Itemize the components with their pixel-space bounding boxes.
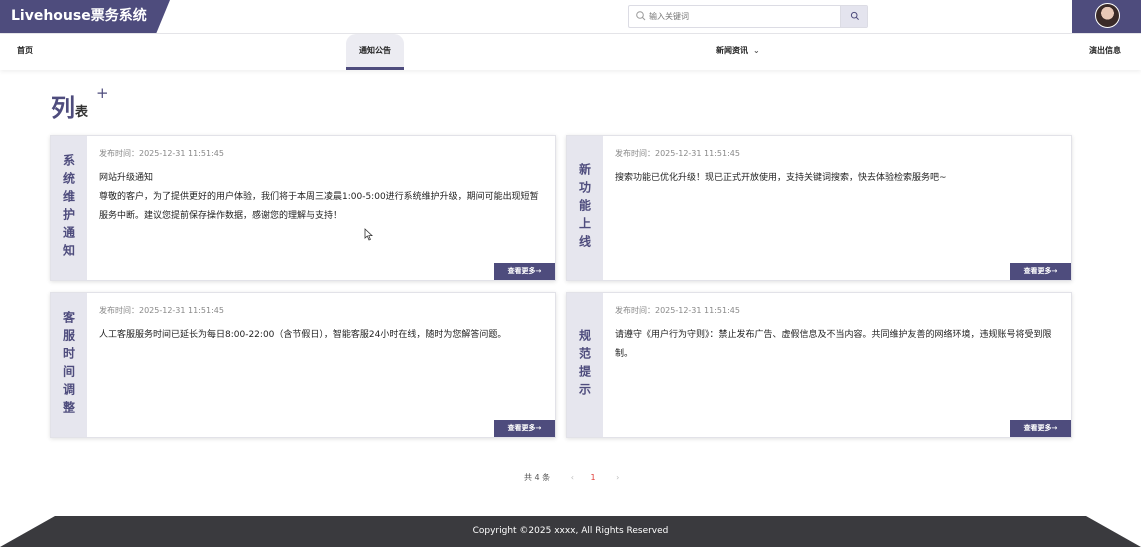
card-publish-time: 发布时间：2025-12-31 11:51:45 bbox=[615, 149, 740, 158]
card-side-title: 新功能上线 bbox=[567, 136, 603, 280]
card-side-title: 客服时间调整 bbox=[51, 293, 87, 437]
view-more-button[interactable]: 查看更多→ bbox=[494, 263, 555, 280]
notice-card[interactable]: 客服时间调整 发布时间：2025-12-31 11:51:45 人工客服服务时间… bbox=[50, 292, 556, 438]
card-side-title: 系统维护通知 bbox=[51, 136, 87, 280]
footer-copyright: Copyright ©2025 xxxx, All Rights Reserve… bbox=[472, 526, 669, 536]
pagination-prev-icon[interactable]: ‹ bbox=[571, 473, 574, 482]
card-side-title: 规范提示 bbox=[567, 293, 603, 437]
view-more-button[interactable]: 查看更多→ bbox=[1010, 263, 1071, 280]
card-content: 人工客服服务时间已延长为每日8:00-22:00（含节假日），智能客服24小时在… bbox=[99, 330, 507, 340]
avatar[interactable] bbox=[1095, 3, 1120, 28]
page-title-sub: 表 bbox=[75, 105, 89, 120]
footer: Copyright ©2025 xxxx, All Rights Reserve… bbox=[0, 516, 1141, 547]
top-bar: Livehouse票务系统 bbox=[0, 0, 1141, 34]
user-area bbox=[1072, 0, 1141, 33]
search-icon bbox=[850, 11, 859, 20]
notice-card[interactable]: 规范提示 发布时间：2025-12-31 11:51:45 请遵守《用户行为守则… bbox=[566, 292, 1072, 438]
card-publish-time: 发布时间：2025-12-31 11:51:45 bbox=[99, 149, 224, 158]
nav-item-home[interactable]: 首页 bbox=[17, 34, 33, 70]
mouse-cursor-icon bbox=[364, 228, 373, 241]
page-title: 列表 + bbox=[51, 84, 109, 123]
card-publish-time: 发布时间：2025-12-31 11:51:45 bbox=[99, 306, 224, 315]
main-nav: 首页 通知公告 新闻资讯 ⌄ 演出信息 bbox=[0, 34, 1141, 70]
nav-item-notices[interactable]: 通知公告 bbox=[346, 34, 404, 70]
pagination: 共 4 条 ‹ 1 › bbox=[524, 472, 619, 483]
search-icon bbox=[636, 11, 646, 21]
search-box bbox=[628, 5, 868, 28]
view-more-button[interactable]: 查看更多→ bbox=[494, 420, 555, 437]
page-title-main: 列 bbox=[51, 94, 75, 122]
notice-card[interactable]: 新功能上线 发布时间：2025-12-31 11:51:45 搜索功能已优化升级… bbox=[566, 135, 1072, 281]
nav-item-shows[interactable]: 演出信息 bbox=[1089, 34, 1121, 70]
card-publish-time: 发布时间：2025-12-31 11:51:45 bbox=[615, 306, 740, 315]
search-button[interactable] bbox=[840, 6, 867, 27]
view-more-button[interactable]: 查看更多→ bbox=[1010, 420, 1071, 437]
card-content: 请遵守《用户行为守则》：禁止发布广告、虚假信息及不当内容。共同维护友善的网络环境… bbox=[615, 330, 1052, 359]
card-content: 网站升级通知 尊敬的客户，为了提供更好的用户体验，我们将于本周三凌晨1:00-5… bbox=[99, 173, 539, 221]
notice-card[interactable]: 系统维护通知 发布时间：2025-12-31 11:51:45 网站升级通知 尊… bbox=[50, 135, 556, 281]
chevron-down-icon: ⌄ bbox=[753, 46, 760, 55]
search-input[interactable] bbox=[649, 8, 839, 25]
pagination-total: 共 4 条 bbox=[524, 473, 551, 482]
card-content: 搜索功能已优化升级！现已正式开放使用，支持关键词搜索，快去体验检索服务吧~ bbox=[615, 173, 947, 183]
pagination-next-icon[interactable]: › bbox=[616, 473, 619, 482]
pagination-page[interactable]: 1 bbox=[590, 473, 595, 482]
plus-icon: + bbox=[96, 84, 109, 102]
nav-item-news[interactable]: 新闻资讯 ⌄ bbox=[716, 34, 760, 70]
app-logo-title[interactable]: Livehouse票务系统 bbox=[0, 0, 170, 33]
